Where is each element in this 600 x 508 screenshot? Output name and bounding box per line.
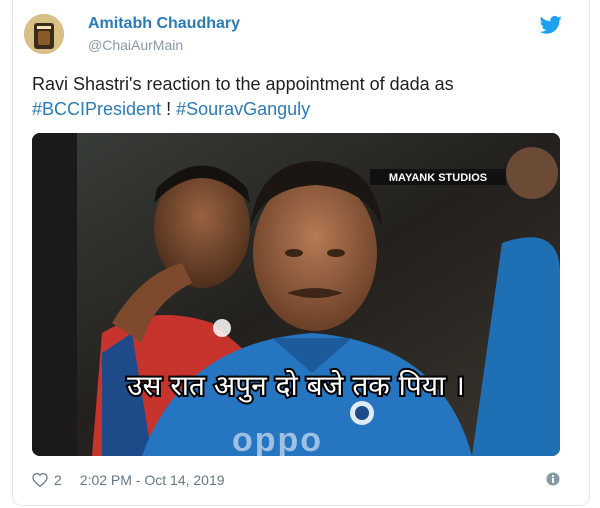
twitter-bird-icon[interactable] [540, 15, 562, 35]
tweet-timestamp[interactable]: 2:02 PM - Oct 14, 2019 [80, 472, 225, 488]
info-icon[interactable] [546, 472, 560, 486]
avatar[interactable] [24, 14, 64, 54]
like-count[interactable]: 2 [54, 472, 62, 488]
author-name[interactable]: Amitabh Chaudhary [88, 15, 240, 33]
heart-icon[interactable] [32, 473, 48, 487]
tweet-footer: 2 2:02 PM - Oct 14, 2019 [32, 472, 225, 488]
jersey-sponsor-logo: oppo [232, 421, 323, 456]
hashtag-bcci-president[interactable]: #BCCIPresident [32, 99, 161, 119]
watermark-label: MAYANK STUDIOS [389, 172, 487, 184]
meme-caption: उस रात अपुन दो बजे तक पिया । [127, 369, 465, 403]
author-handle[interactable]: @ChaiAurMain [88, 37, 183, 53]
tweet-body: Ravi Shastri's reaction to the appointme… [32, 74, 454, 94]
tweet-media-image[interactable]: oppo MAYANK STUDIOS उस रात अपुन दो बजे त… [32, 133, 560, 456]
tweet-separator: ! [161, 99, 177, 119]
hashtag-sourav-ganguly[interactable]: #SouravGanguly [176, 99, 310, 119]
tweet-text: Ravi Shastri's reaction to the appointme… [32, 72, 552, 122]
